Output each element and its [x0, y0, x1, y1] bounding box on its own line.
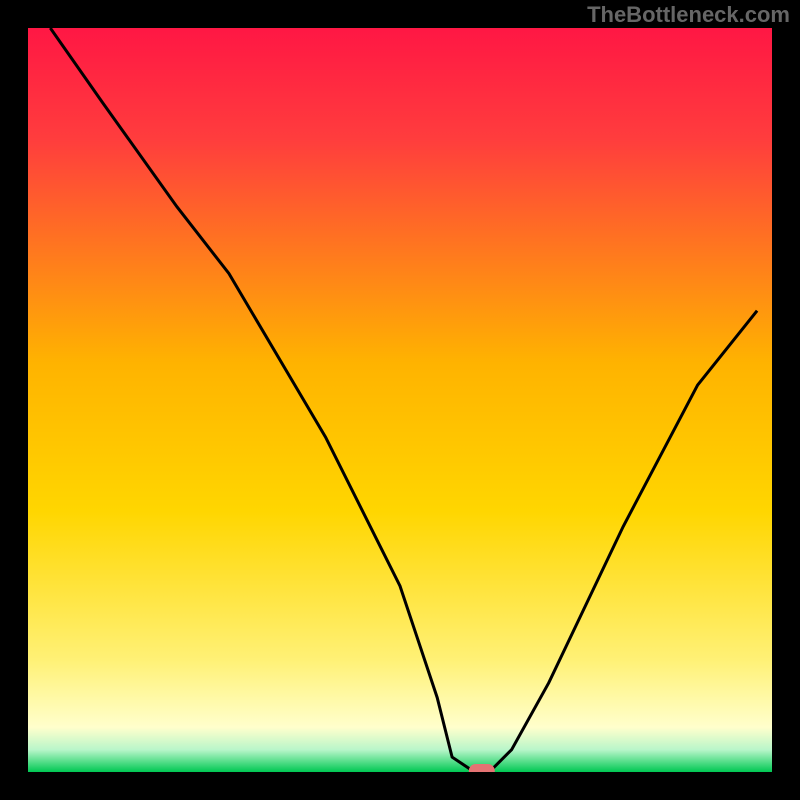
watermark-text: TheBottleneck.com — [587, 2, 790, 28]
plot-background — [28, 28, 772, 772]
border-bottom — [0, 772, 800, 800]
border-left — [0, 0, 28, 800]
border-right — [772, 0, 800, 800]
bottleneck-chart: TheBottleneck.com — [0, 0, 800, 800]
chart-svg — [0, 0, 800, 800]
